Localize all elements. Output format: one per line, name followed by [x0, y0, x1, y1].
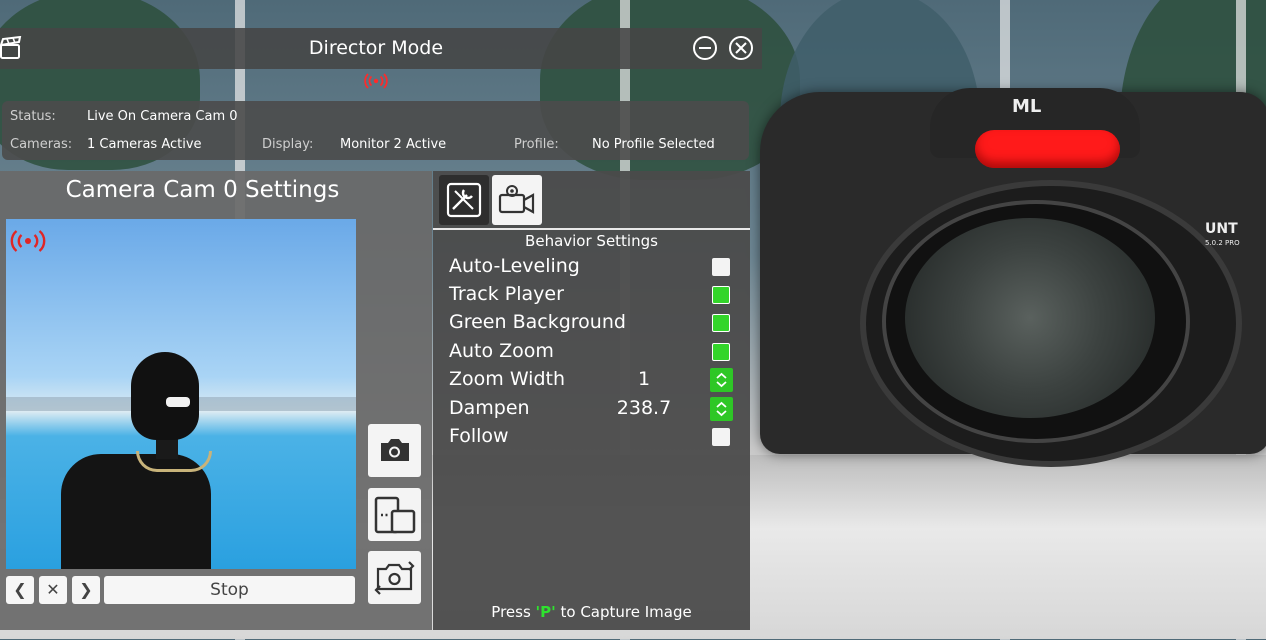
chevron-up-down-icon	[716, 401, 727, 417]
behavior-settings-title: Behavior Settings	[525, 232, 658, 250]
layout-button[interactable]	[368, 488, 421, 541]
capture-hint: Press 'P' to Capture Image	[433, 603, 750, 621]
capture-button[interactable]	[368, 424, 421, 477]
chevron-up-down-icon	[716, 372, 727, 388]
profile-label: Profile:	[514, 137, 559, 152]
setting-green-background: Green Background	[449, 311, 739, 337]
tools-settings-icon	[446, 182, 482, 218]
preview-robot-visor	[166, 397, 190, 407]
setting-label: Green Background	[449, 311, 626, 333]
minimize-button[interactable]	[693, 36, 717, 60]
preview-robot-trim	[136, 451, 212, 472]
tab-camera-behavior[interactable]	[492, 175, 542, 225]
dampen-value[interactable]: 238.7	[609, 397, 679, 419]
clear-camera-button[interactable]: ✕	[39, 576, 67, 604]
prev-camera-button[interactable]: ❮	[6, 576, 34, 604]
setting-zoom-width: Zoom Width 1	[449, 368, 739, 394]
setting-label: Follow	[449, 425, 509, 447]
cameras-value: 1 Cameras Active	[87, 137, 202, 152]
zoom-width-stepper[interactable]	[710, 368, 733, 392]
camera-badge-text: UNT	[1205, 221, 1238, 237]
setting-label: Track Player	[449, 283, 564, 305]
window-title: Director Mode	[308, 37, 444, 59]
status-value: Live On Camera Cam 0	[87, 109, 238, 124]
profile-value: No Profile Selected	[592, 137, 715, 152]
switch-camera-button[interactable]	[368, 551, 421, 604]
setting-label: Auto-Leveling	[449, 255, 580, 277]
camera-logo: ML	[1012, 96, 1042, 117]
camera-preview[interactable]	[6, 219, 356, 569]
broadcast-icon	[364, 73, 388, 89]
setting-auto-leveling: Auto-Leveling	[449, 255, 739, 281]
video-settings-icon	[498, 185, 535, 214]
dampen-stepper[interactable]	[710, 397, 733, 421]
tab-divider	[433, 228, 750, 230]
setting-label: Zoom Width	[449, 368, 566, 390]
setting-auto-zoom: Auto Zoom	[449, 340, 739, 366]
capture-hint-key: 'P'	[535, 603, 556, 621]
broadcast-icon	[10, 230, 46, 252]
close-button[interactable]	[729, 36, 753, 60]
camera-lens-glass	[905, 218, 1155, 418]
display-value: Monitor 2 Active	[340, 137, 447, 152]
display-label: Display:	[262, 137, 314, 152]
setting-dampen: Dampen 238.7	[449, 397, 739, 423]
status-panel: Status: Live On Camera Cam 0 Cameras: 1 …	[2, 101, 749, 160]
close-circle-icon	[735, 42, 747, 54]
behavior-settings-panel: Behavior Settings Auto-Leveling Track Pl…	[433, 171, 750, 630]
camera-record-button	[975, 130, 1120, 168]
stop-button[interactable]: Stop	[104, 576, 355, 604]
setting-follow: Follow	[449, 425, 739, 451]
status-label: Status:	[10, 109, 56, 124]
cameras-label: Cameras:	[10, 137, 73, 152]
minimize-circle-icon	[699, 47, 711, 49]
setting-label: Auto Zoom	[449, 340, 554, 362]
auto-leveling-checkbox[interactable]	[712, 258, 730, 276]
switch-camera-icon	[374, 561, 415, 595]
green-background-checkbox[interactable]	[712, 314, 730, 332]
follow-checkbox[interactable]	[712, 428, 730, 446]
director-mode-titlebar[interactable]: Director Mode	[0, 28, 762, 69]
camera-badge-subtext: 5.0.2 PRO	[1205, 239, 1240, 247]
tab-tool-settings[interactable]	[439, 175, 489, 225]
preview-robot-head	[131, 352, 199, 440]
auto-zoom-checkbox[interactable]	[712, 343, 730, 361]
camera-icon	[381, 439, 409, 461]
next-camera-button[interactable]: ❯	[72, 576, 100, 604]
camera-badge: UNT 5.0.2 PRO	[1205, 222, 1240, 250]
track-player-checkbox[interactable]	[712, 286, 730, 304]
layout-split-icon	[374, 496, 416, 534]
capture-hint-prefix: Press	[491, 603, 536, 621]
zoom-width-value[interactable]: 1	[609, 368, 679, 390]
camera-settings-title: Camera Cam 0 Settings	[65, 177, 340, 203]
capture-hint-suffix: to Capture Image	[555, 603, 692, 621]
setting-track-player: Track Player	[449, 283, 739, 309]
setting-label: Dampen	[449, 397, 530, 419]
